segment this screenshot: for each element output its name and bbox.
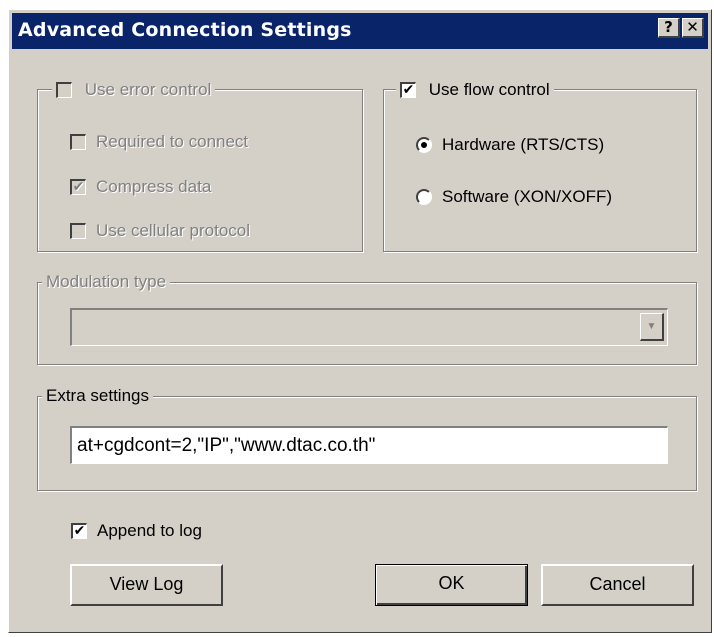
checkbox-box[interactable] bbox=[70, 222, 86, 239]
close-icon: ✕ bbox=[686, 18, 699, 36]
required-to-connect-checkbox[interactable]: Required to connect bbox=[70, 130, 248, 153]
error-control-group: Use error control Required to connect ✔ C… bbox=[37, 77, 363, 252]
title-bar[interactable]: Advanced Connection Settings ? ✕ bbox=[12, 13, 708, 49]
hardware-radio[interactable]: Hardware (RTS/CTS) bbox=[416, 133, 604, 156]
checkbox-box[interactable] bbox=[70, 133, 86, 150]
flow-control-group: ✔ Use flow control Hardware (RTS/CTS) So… bbox=[383, 77, 697, 252]
modulation-type-select[interactable]: ▼ bbox=[70, 308, 668, 346]
view-log-button[interactable]: View Log bbox=[70, 564, 223, 606]
use-error-control-label: Use error control bbox=[84, 79, 212, 99]
software-label: Software (XON/XOFF) bbox=[442, 186, 613, 206]
extra-settings-label: Extra settings bbox=[42, 384, 153, 408]
software-radio[interactable]: Software (XON/XOFF) bbox=[416, 185, 612, 208]
help-button[interactable]: ? bbox=[658, 18, 680, 38]
cancel-button[interactable]: Cancel bbox=[541, 564, 694, 606]
modulation-type-label: Modulation type bbox=[42, 270, 171, 294]
append-to-log-label: Append to log bbox=[97, 520, 202, 540]
window-title: Advanced Connection Settings bbox=[18, 19, 352, 41]
checkbox-box[interactable]: ✔ bbox=[71, 522, 87, 539]
append-to-log-checkbox[interactable]: ✔ Append to log bbox=[71, 519, 202, 542]
ok-button[interactable]: OK bbox=[375, 564, 528, 606]
extra-settings-input[interactable] bbox=[70, 426, 668, 464]
use-cellular-protocol-label: Use cellular protocol bbox=[96, 220, 251, 240]
compress-data-checkbox[interactable]: ✔ Compress data bbox=[70, 175, 211, 198]
compress-data-label: Compress data bbox=[96, 176, 212, 196]
advanced-connection-settings-dialog: Advanced Connection Settings ? ✕ Use err… bbox=[8, 9, 712, 633]
required-to-connect-label: Required to connect bbox=[96, 131, 249, 151]
use-flow-control-label: Use flow control bbox=[428, 79, 550, 99]
hardware-label: Hardware (RTS/CTS) bbox=[442, 134, 605, 154]
radio-button[interactable] bbox=[416, 136, 432, 153]
chevron-down-icon[interactable]: ▼ bbox=[640, 313, 664, 341]
checkbox-box[interactable] bbox=[56, 81, 72, 98]
use-cellular-protocol-checkbox[interactable]: Use cellular protocol bbox=[70, 219, 250, 242]
radio-button[interactable] bbox=[416, 188, 432, 205]
help-icon: ? bbox=[664, 18, 673, 36]
use-error-control-checkbox[interactable]: Use error control bbox=[52, 77, 216, 101]
use-flow-control-checkbox[interactable]: ✔ Use flow control bbox=[396, 77, 554, 101]
checkbox-box[interactable]: ✔ bbox=[400, 81, 416, 98]
close-button[interactable]: ✕ bbox=[682, 18, 704, 38]
checkbox-box[interactable]: ✔ bbox=[70, 178, 86, 195]
